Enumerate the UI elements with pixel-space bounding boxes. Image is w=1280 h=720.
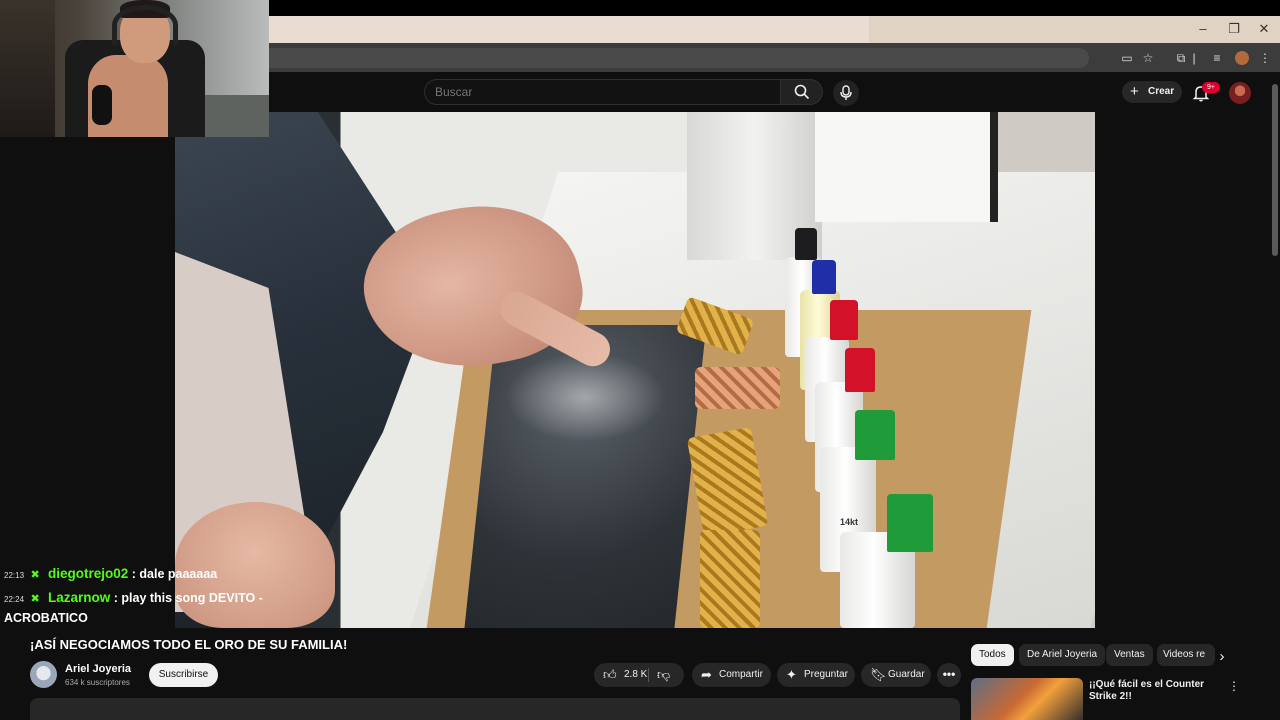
browser-active-tab[interactable]: [269, 16, 869, 43]
profile-icon[interactable]: [1235, 51, 1249, 65]
like-dislike-bar: 👍︎ 2.8 K 👎︎: [594, 663, 684, 687]
video-player[interactable]: 14kt: [175, 112, 1095, 628]
thumbs-down-icon[interactable]: 👎︎: [657, 663, 670, 687]
recommended-menu-icon[interactable]: ⋮: [1228, 679, 1240, 695]
gold-streaks: [505, 352, 665, 442]
red-cap: [830, 300, 858, 340]
menu-icon[interactable]: ⋮: [1256, 49, 1274, 67]
chip-ariel-joyeria[interactable]: De Ariel Joyeria: [1019, 644, 1106, 666]
subscriber-count: 634 k suscriptores: [65, 678, 130, 687]
star-icon[interactable]: ☆: [1139, 49, 1157, 67]
rose-gold-bracelet: [695, 367, 780, 409]
blue-cap: [812, 260, 836, 294]
minimize-button[interactable]: –: [1189, 18, 1217, 40]
share-button[interactable]: ➦ Compartir: [692, 663, 771, 687]
chip-ventas[interactable]: Ventas: [1106, 644, 1153, 666]
like-count[interactable]: 2.8 K: [624, 663, 647, 687]
search-icon: [794, 84, 810, 100]
second-hand: [175, 502, 335, 628]
sparkle-icon: ✦: [786, 667, 797, 682]
chat-time: 22:24: [4, 595, 25, 604]
kick-badge-icon: ✖: [30, 569, 40, 581]
chat-message: 22:13 ✖ diegotrejo02 : dale paaaaaa: [4, 566, 217, 581]
webcam-shelf: [0, 0, 55, 137]
gold-bracelet: [700, 530, 760, 628]
reading-list-icon[interactable]: ≡: [1208, 49, 1226, 67]
chat-username: diegotrejo02: [48, 566, 129, 581]
channel-name[interactable]: Ariel Joyeria: [65, 663, 131, 675]
search-button[interactable]: [781, 79, 823, 105]
maximize-button[interactable]: ❐: [1220, 18, 1248, 40]
black-cap: [795, 228, 817, 260]
thumbs-up-icon[interactable]: 👍︎: [603, 663, 617, 687]
notification-badge: 9+: [1202, 82, 1220, 93]
create-label: Crear: [1148, 86, 1175, 97]
video-title: ¡ASÍ NEGOCIAMOS TODO EL ORO DE SU FAMILI…: [30, 637, 348, 652]
chat-text: : play this song DEVITO -: [113, 591, 263, 605]
kick-badge-icon: ✖: [30, 593, 40, 605]
ask-button[interactable]: ✦ Preguntar: [777, 663, 855, 687]
close-window-button[interactable]: ✕: [1250, 18, 1278, 40]
bottle-label: 14kt: [840, 517, 859, 527]
search-box[interactable]: [424, 79, 781, 105]
microphone-icon: [840, 85, 852, 100]
chat-username: Lazarnow: [48, 590, 111, 605]
voice-search-button[interactable]: [833, 80, 859, 106]
address-bar[interactable]: [269, 48, 1089, 68]
paper-stack: [815, 112, 998, 222]
chat-message: 22:24 ✖ Lazarnow : play this song DEVITO…: [4, 590, 263, 605]
share-label: Compartir: [719, 669, 763, 680]
description-box[interactable]: [30, 698, 960, 720]
green-cap: [855, 410, 895, 460]
extensions-icon[interactable]: ⧉: [1172, 49, 1190, 67]
webcam-overlay: [0, 0, 269, 137]
chip-todos[interactable]: Todos: [971, 644, 1014, 666]
bookmark-icon: 🔖︎: [870, 667, 887, 682]
create-button[interactable]: + Crear: [1122, 81, 1182, 103]
toolbar-divider: |: [1192, 51, 1196, 65]
channel-avatar[interactable]: [30, 661, 57, 688]
save-button[interactable]: 🔖︎ Guardar: [861, 663, 931, 687]
chat-time: 22:13: [4, 571, 25, 580]
red-cap: [845, 348, 875, 392]
cast-icon[interactable]: ▭: [1118, 49, 1136, 67]
scrollbar-thumb[interactable]: [1272, 84, 1278, 256]
search-input[interactable]: [425, 80, 775, 104]
chevron-right-icon[interactable]: ›: [1213, 648, 1231, 666]
save-label: Guardar: [888, 669, 925, 680]
plus-icon: +: [1130, 83, 1139, 100]
account-avatar[interactable]: [1229, 82, 1251, 104]
streamer-microphone: [92, 85, 112, 125]
ask-label: Preguntar: [804, 669, 848, 680]
chat-message-continued: ACROBATICO: [4, 611, 88, 625]
like-divider: [648, 668, 649, 682]
headset: [112, 5, 178, 45]
more-actions-button[interactable]: •••: [937, 663, 961, 687]
chip-videos-relacionados[interactable]: Videos re: [1157, 644, 1215, 666]
share-icon: ➦: [701, 667, 712, 682]
chat-text: : dale paaaaaa: [131, 567, 218, 581]
recommended-thumbnail[interactable]: [971, 678, 1083, 720]
subscribe-button[interactable]: Suscribirse: [149, 663, 218, 687]
recommended-title[interactable]: ¡¡Qué fácil es el Counter Strike 2!!: [1089, 679, 1219, 703]
green-cap: [887, 494, 933, 552]
